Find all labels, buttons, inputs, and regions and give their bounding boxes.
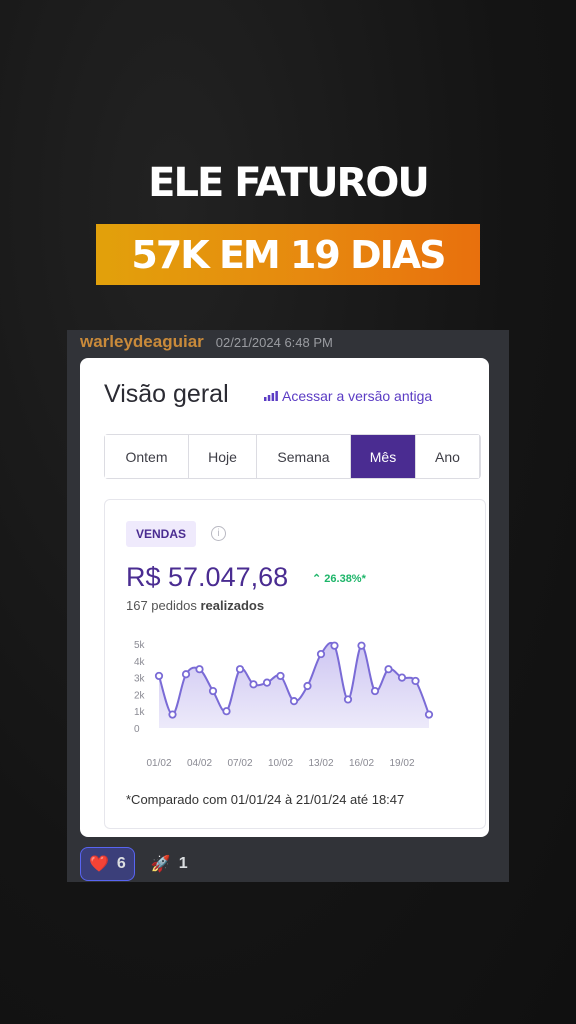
old-version-link-label: Acessar a versão antiga <box>282 388 433 404</box>
username[interactable]: warleydeaguiar <box>80 332 204 352</box>
data-point <box>411 676 420 686</box>
data-point <box>222 707 231 716</box>
data-point <box>330 641 339 650</box>
data-point <box>168 710 177 719</box>
data-point <box>276 671 285 681</box>
data-point <box>316 649 326 659</box>
sales-panel: VENDAS i R$ 57.047,68 ⌃ 26.38%* 167 pedi… <box>104 499 486 829</box>
x-tick-label: 16/02 <box>349 758 374 769</box>
data-point <box>370 686 380 696</box>
data-point <box>343 695 353 704</box>
data-point <box>154 671 164 681</box>
data-point <box>397 673 407 682</box>
heart-icon: ❤️ <box>89 856 109 873</box>
reaction-heart[interactable]: ❤️ 6 <box>80 847 135 881</box>
data-point <box>195 665 204 674</box>
data-point <box>208 686 218 696</box>
reactions-bar: ❤️ 6 🚀 1 <box>80 847 196 881</box>
old-version-link[interactable]: Acessar a versão antiga <box>264 388 432 404</box>
info-icon[interactable]: i <box>211 526 226 541</box>
y-tick-label: 5k <box>134 640 146 651</box>
timestamp: 02/21/2024 6:48 PM <box>215 335 333 350</box>
tab-semana[interactable]: Semana <box>257 435 351 478</box>
reaction-rocket-count: 1 <box>178 855 188 872</box>
tab-mes[interactable]: Mês <box>351 435 416 478</box>
data-point <box>303 681 312 691</box>
growth-indicator: ⌃ 26.38%* <box>312 572 366 585</box>
y-tick-label: 4k <box>134 657 146 668</box>
orders-count: 167 pedidos <box>126 598 197 613</box>
period-tabs: Ontem Hoje Semana Mês Ano <box>104 434 481 479</box>
arrow-up-icon: ⌃ <box>312 573 322 585</box>
data-point <box>289 697 299 706</box>
tab-ontem[interactable]: Ontem <box>105 435 189 478</box>
x-tick-label: 04/02 <box>187 758 212 769</box>
x-tick-label: 19/02 <box>389 758 414 769</box>
sales-area <box>159 642 429 728</box>
x-tick-label: 13/02 <box>308 758 333 769</box>
y-tick-label: 0 <box>134 724 140 735</box>
signal-bars-icon <box>264 391 278 401</box>
data-point <box>357 641 366 650</box>
reaction-rocket[interactable]: 🚀 1 <box>143 847 196 881</box>
orders-summary: 167 pedidos realizados <box>126 598 264 613</box>
x-tick-label: 10/02 <box>268 758 293 769</box>
discord-message: warleydeaguiar 02/21/2024 6:48 PM Visão … <box>67 330 509 882</box>
headline-line-1: ELE FATUROU <box>148 160 430 206</box>
comparison-footnote: *Comparado com 01/01/24 à 21/01/24 até 1… <box>126 792 405 807</box>
sales-amount: R$ 57.047,68 <box>126 562 289 592</box>
data-point <box>424 710 434 719</box>
message-header: warleydeaguiar 02/21/2024 6:48 PM <box>80 332 333 352</box>
sales-chart: 0 1k 2k 3k 4k 5k 01/02 04/02 07/02 10/02 13/02 16/0… <box>134 640 434 769</box>
y-tick-label: 1k <box>134 707 146 718</box>
tab-hoje[interactable]: Hoje <box>189 435 257 478</box>
sales-badge: VENDAS <box>126 521 197 547</box>
reaction-heart-count: 6 <box>116 855 126 872</box>
x-tick-label: 01/02 <box>146 758 171 769</box>
dashboard-screenshot: Visão geral Acessar a versão antiga Onte… <box>80 358 489 837</box>
y-tick-label: 3k <box>134 674 146 685</box>
data-point <box>262 678 272 687</box>
data-point <box>235 665 245 674</box>
rocket-icon: 🚀 <box>150 856 171 873</box>
growth-value: 26.38%* <box>324 573 366 585</box>
orders-suffix: realizados <box>200 598 265 613</box>
tab-ano[interactable]: Ano <box>416 435 480 478</box>
data-point <box>249 680 258 689</box>
page-title: Visão geral <box>104 380 229 408</box>
x-tick-label: 07/02 <box>227 758 252 769</box>
y-tick-label: 2k <box>134 690 146 701</box>
data-point <box>384 665 393 674</box>
data-point <box>181 670 191 679</box>
headline-line-2: 57K EM 19 DIAS <box>131 232 446 277</box>
headline-banner: 57K EM 19 DIAS <box>96 224 480 285</box>
